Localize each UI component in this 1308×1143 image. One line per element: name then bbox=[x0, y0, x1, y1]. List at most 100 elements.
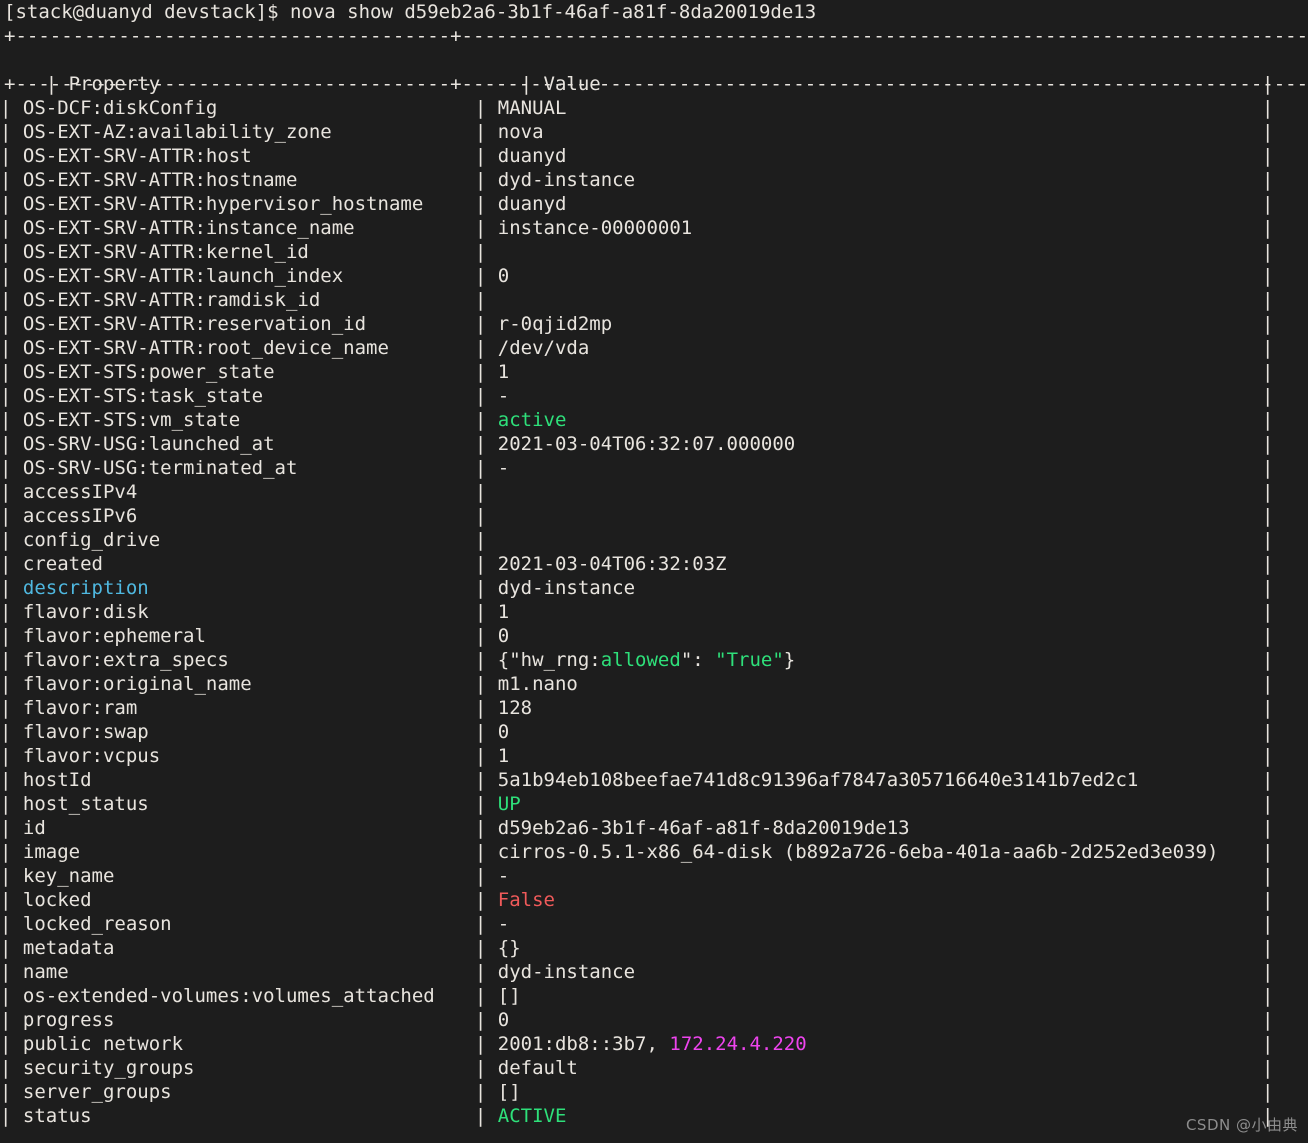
cell-property: OS-EXT-SRV-ATTR:host bbox=[22, 145, 252, 167]
table-row: | OS-EXT-STS:vm_state | active | bbox=[0, 408, 1308, 432]
cell-value: dyd-instance bbox=[497, 169, 636, 191]
border-pipe: | bbox=[474, 97, 498, 119]
cell-value: 2021-03-04T06:32:07.000000 bbox=[497, 433, 796, 455]
table-row: | host_status | UP | bbox=[0, 792, 1308, 816]
table-row: | hostId | 5a1b94eb108beefae741d8c91396af… bbox=[0, 768, 1308, 792]
cell-property: key_name bbox=[22, 865, 115, 887]
border-pipe: | bbox=[474, 193, 498, 215]
border-pipe: | bbox=[474, 937, 498, 959]
cell-value: [] bbox=[497, 1081, 521, 1103]
border-pipe: | bbox=[474, 913, 498, 935]
cell-property: OS-EXT-SRV-ATTR:kernel_id bbox=[22, 241, 309, 263]
border-pipe: | bbox=[0, 169, 23, 191]
cell-property: id bbox=[22, 817, 46, 839]
cell-value: nova bbox=[497, 121, 544, 143]
cell-property: os-extended-volumes:volumes_attached bbox=[22, 985, 435, 1007]
table-row: | OS-EXT-SRV-ATTR:hypervisor_hostname | d… bbox=[0, 192, 1308, 216]
cell-property: OS-EXT-STS:task_state bbox=[22, 385, 264, 407]
border-pipe-right: | bbox=[1262, 361, 1274, 383]
border-pipe: | bbox=[0, 505, 23, 527]
cell-value: cirros-0.5.1-x86_64-disk (b892a726-6eba-… bbox=[497, 841, 1219, 863]
cell-property: flavor:ephemeral bbox=[22, 625, 206, 647]
cell-value-segment: ": bbox=[680, 649, 716, 671]
border-pipe: | bbox=[474, 433, 498, 455]
border-pipe-right: | bbox=[1262, 841, 1274, 863]
border-pipe: | bbox=[474, 289, 498, 311]
border-pipe: | bbox=[474, 769, 498, 791]
border-pipe: | bbox=[0, 721, 23, 743]
table-row: | OS-EXT-SRV-ATTR:launch_index | 0 | bbox=[0, 264, 1308, 288]
border-pipe: | bbox=[474, 865, 498, 887]
border-pipe: | bbox=[0, 625, 23, 647]
table-row: | server_groups | [] | bbox=[0, 1080, 1308, 1104]
border-pipe: | bbox=[0, 577, 23, 599]
border-pipe: | bbox=[474, 265, 498, 287]
cell-property: flavor:vcpus bbox=[22, 745, 161, 767]
table-row: | flavor:ram | 128 | bbox=[0, 696, 1308, 720]
cell-property: OS-EXT-AZ:availability_zone bbox=[22, 121, 332, 143]
terminal-window: [stack@duanyd devstack]$ nova show d59eb… bbox=[0, 0, 1308, 1143]
cell-value: - bbox=[497, 385, 510, 407]
command-line: [stack@duanyd devstack]$ nova show d59eb… bbox=[4, 1, 817, 23]
border-pipe: | bbox=[0, 769, 23, 791]
table-row: | id | d59eb2a6-3b1f-46af-a81f-8da20019de… bbox=[0, 816, 1308, 840]
cell-property: security_groups bbox=[22, 1057, 195, 1079]
cell-property: OS-SRV-USG:launched_at bbox=[22, 433, 275, 455]
border-pipe-right: | bbox=[1262, 1009, 1274, 1031]
border-pipe-right: | bbox=[1262, 433, 1274, 455]
cell-property: flavor:ram bbox=[22, 697, 138, 719]
border-pipe-right: | bbox=[1262, 721, 1274, 743]
border-pipe: | bbox=[0, 1033, 23, 1055]
border-pipe-right: | bbox=[1262, 697, 1274, 719]
table-row: | flavor:extra_specs | {"hw_rng:allowed":… bbox=[0, 648, 1308, 672]
table-row: | OS-EXT-AZ:availability_zone | nova | bbox=[0, 120, 1308, 144]
border-pipe-right: | bbox=[1262, 73, 1274, 95]
border-pipe-right: | bbox=[1262, 217, 1274, 239]
table-row: | accessIPv4 | | bbox=[0, 480, 1308, 504]
border-pipe-right: | bbox=[1262, 937, 1274, 959]
border-pipe: | bbox=[0, 265, 23, 287]
border-pipe-right: | bbox=[1262, 889, 1274, 911]
cell-property: flavor:swap bbox=[22, 721, 149, 743]
table-row: | flavor:original_name | m1.nano | bbox=[0, 672, 1308, 696]
table-row: | config_drive | | bbox=[0, 528, 1308, 552]
border-pipe-right: | bbox=[1262, 241, 1274, 263]
cell-value: 1 bbox=[497, 601, 510, 623]
border-pipe: | bbox=[474, 505, 498, 527]
table-row: | flavor:ephemeral | 0 | bbox=[0, 624, 1308, 648]
border-pipe-right: | bbox=[1262, 985, 1274, 1007]
border-pipe: | bbox=[474, 481, 498, 503]
table-row: | flavor:swap | 0 | bbox=[0, 720, 1308, 744]
table-row: | description | dyd-instance | bbox=[0, 576, 1308, 600]
border-pipe: | bbox=[474, 577, 498, 599]
table-row: | security_groups | default | bbox=[0, 1056, 1308, 1080]
border-pipe: | bbox=[0, 241, 23, 263]
cell-value: default bbox=[497, 1057, 578, 1079]
border-pipe: | bbox=[0, 1081, 23, 1103]
cell-property: description bbox=[22, 577, 149, 599]
border-pipe-right: | bbox=[1262, 625, 1274, 647]
border-pipe: | bbox=[0, 217, 23, 239]
border-pipe: | bbox=[0, 889, 23, 911]
border-pipe-right: | bbox=[1262, 865, 1274, 887]
border-pipe: | bbox=[0, 337, 23, 359]
cell-property: accessIPv6 bbox=[22, 505, 138, 527]
border-pipe: | bbox=[0, 97, 23, 119]
table-row: | OS-EXT-SRV-ATTR:reservation_id | r-0qji… bbox=[0, 312, 1308, 336]
cell-property: progress bbox=[22, 1009, 115, 1031]
border-pipe-right: | bbox=[1262, 121, 1274, 143]
cell-property: flavor:extra_specs bbox=[22, 649, 229, 671]
border-pipe-right: | bbox=[1262, 145, 1274, 167]
border-pipe: | bbox=[0, 529, 23, 551]
header-property: Property bbox=[68, 73, 161, 95]
border-pipe-right: | bbox=[1262, 1033, 1274, 1055]
cell-property: locked bbox=[22, 889, 92, 911]
border-pipe: | bbox=[0, 793, 23, 815]
border-pipe: | bbox=[474, 145, 498, 167]
border-pipe-right: | bbox=[1262, 601, 1274, 623]
table-header-row: | Property | Value | bbox=[0, 48, 1308, 95]
border-pipe: | bbox=[474, 673, 498, 695]
border-pipe: | bbox=[0, 361, 23, 383]
border-pipe: | bbox=[474, 241, 498, 263]
border-pipe-right: | bbox=[1262, 337, 1274, 359]
